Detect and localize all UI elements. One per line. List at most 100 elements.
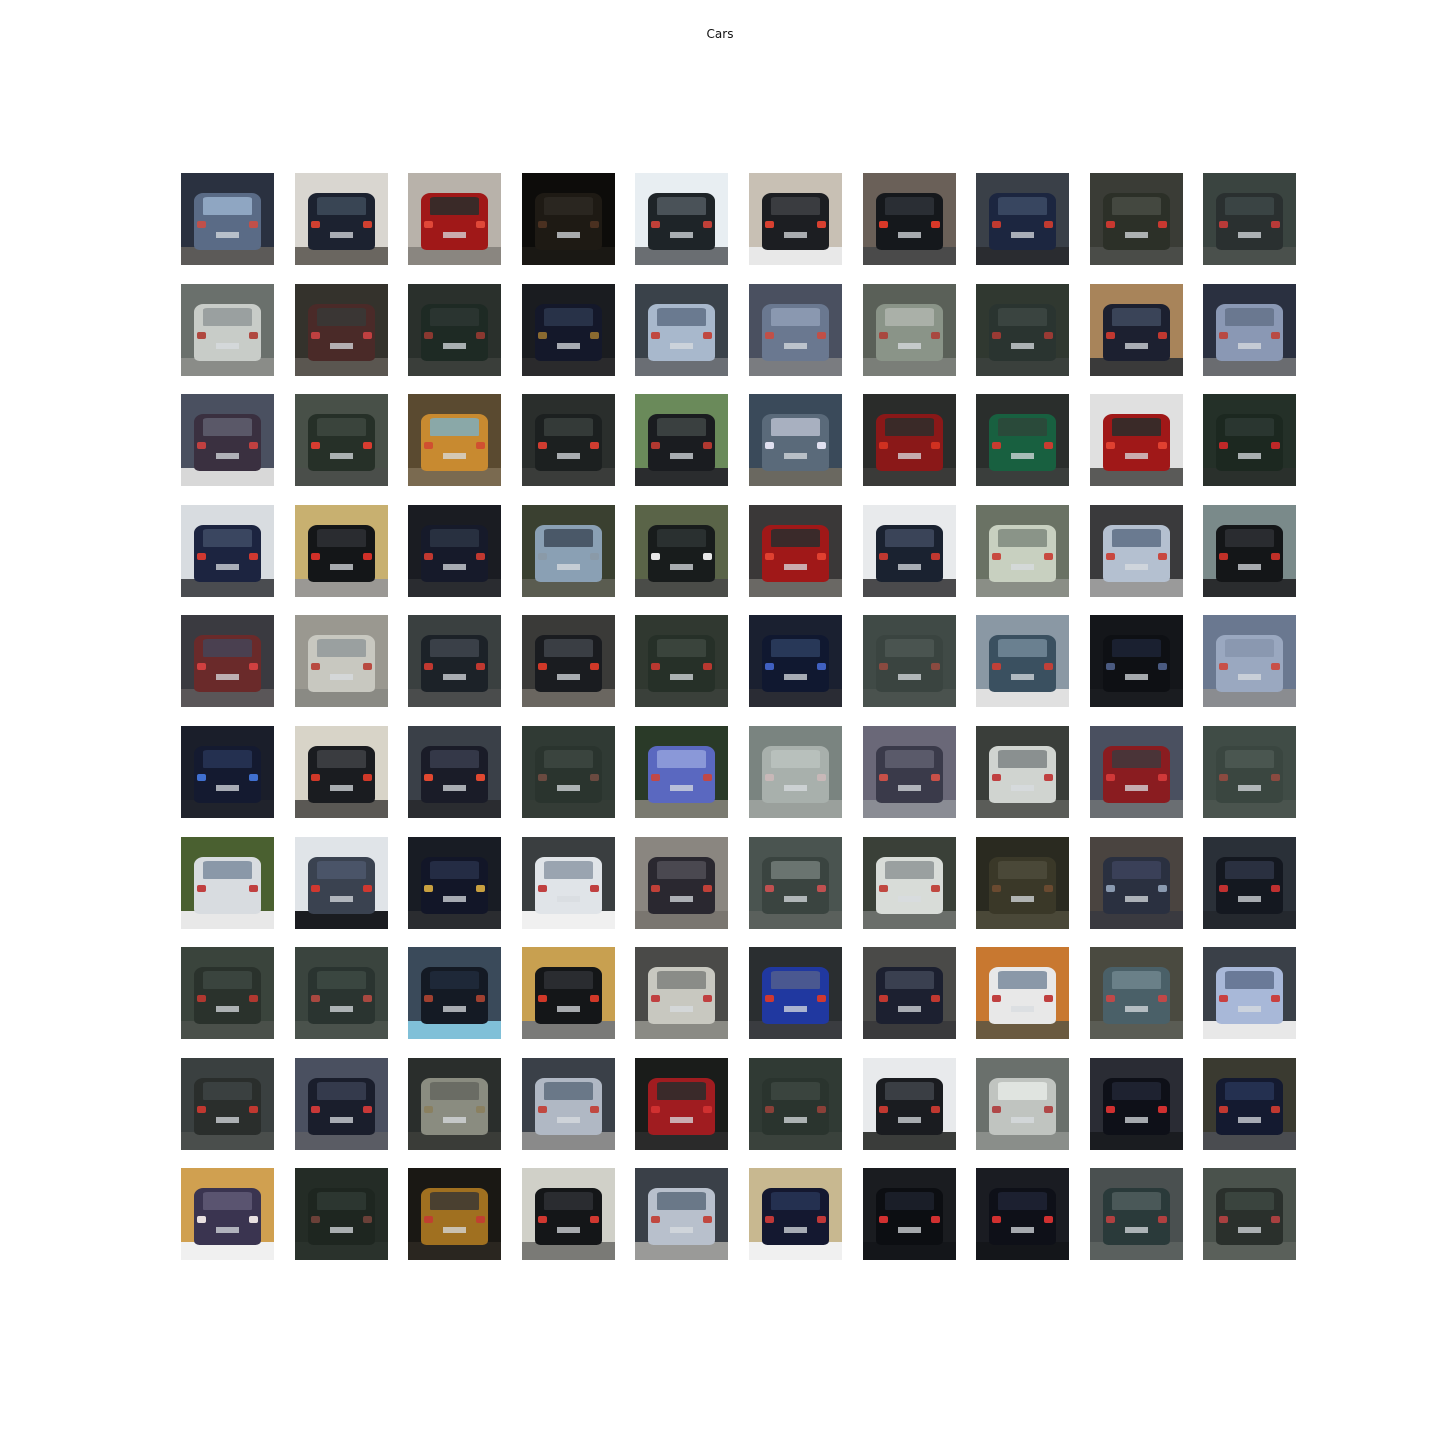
car-tail-light-right [589,773,600,782]
car-tail-light-right [362,994,373,1003]
car-tail-light-left [1218,552,1229,561]
car-thumbnail [863,1058,956,1150]
car-tail-light-right [702,331,713,340]
car-license-plate [1238,1226,1261,1234]
thumbnail-background [1203,1058,1296,1079]
thumbnail-background [295,726,388,747]
car-license-plate [1238,563,1261,571]
car-thumbnail [749,947,842,1039]
car-tail-light-right [589,662,600,671]
thumbnail-background [976,947,1069,968]
car-thumbnail [295,394,388,486]
car-thumbnail [976,1058,1069,1150]
car-license-plate [784,231,807,239]
thumbnail-background [635,615,728,636]
thumbnail-background [1203,1168,1296,1189]
thumbnail-background [1090,505,1183,526]
thumbnail-background [863,505,956,526]
car-thumbnail [635,173,728,265]
car-license-plate [443,673,466,681]
car-tail-light-right [930,552,941,561]
car-thumbnail [522,726,615,818]
car-thumbnail [181,173,274,265]
car-rear-window [998,307,1047,327]
car-thumbnail [1203,1058,1296,1150]
car-tail-light-right [930,220,941,229]
car-license-plate [1238,1005,1261,1013]
car-license-plate [216,563,239,571]
car-tail-light-left [423,331,434,340]
car-license-plate [330,342,353,350]
car-tail-light-right [1043,552,1054,561]
car-tail-light-left [537,220,548,229]
car-rear-window [998,970,1047,990]
car-thumbnail [863,1168,956,1260]
thumbnail-background [976,173,1069,194]
thumbnail-background [522,1168,615,1189]
car-rear-window [885,749,934,769]
car-rear-window [430,1081,479,1101]
car-thumbnail [181,1058,274,1150]
thumbnail-background [635,1168,728,1189]
car-tail-light-right [589,220,600,229]
car-tail-light-right [702,1105,713,1114]
car-tail-light-left [878,552,889,561]
car-rear-window [771,417,820,437]
car-license-plate [898,784,921,792]
car-thumbnail [181,284,274,376]
car-thumbnail [635,284,728,376]
car-thumbnail [1203,837,1296,929]
car-rear-window [317,749,366,769]
car-tail-light-right [362,1105,373,1114]
car-license-plate [898,563,921,571]
thumbnail-background [863,1168,956,1189]
car-license-plate [1125,452,1148,460]
thumbnail-background [635,726,728,747]
car-tail-light-left [1105,1215,1116,1224]
car-tail-light-right [589,1105,600,1114]
car-tail-light-right [248,994,259,1003]
car-thumbnail [1090,615,1183,707]
car-tail-light-left [1105,1105,1116,1114]
car-tail-light-right [1270,441,1281,450]
thumbnail-background [522,947,615,968]
car-rear-window [1225,307,1274,327]
car-thumbnail [976,615,1069,707]
car-tail-light-right [589,441,600,450]
car-license-plate [1238,1116,1261,1124]
car-tail-light-right [1157,884,1168,893]
car-license-plate [216,452,239,460]
car-rear-window [544,749,593,769]
car-tail-light-left [991,331,1002,340]
car-rear-window [1112,1081,1161,1101]
car-tail-light-right [248,552,259,561]
car-tail-light-left [1105,331,1116,340]
car-tail-light-right [475,773,486,782]
car-tail-light-right [930,884,941,893]
car-license-plate [557,784,580,792]
car-rear-window [317,417,366,437]
car-tail-light-left [650,331,661,340]
thumbnail-background [863,394,956,415]
car-rear-window [430,970,479,990]
car-rear-window [657,1081,706,1101]
car-tail-light-right [1043,994,1054,1003]
car-license-plate [1011,1005,1034,1013]
car-thumbnail [522,837,615,929]
car-tail-light-left [537,773,548,782]
car-tail-light-right [589,884,600,893]
car-thumbnail [522,1058,615,1150]
thumbnail-background [295,173,388,194]
car-rear-window [998,1191,1047,1211]
car-rear-window [203,307,252,327]
car-thumbnail [749,726,842,818]
car-license-plate [443,231,466,239]
car-license-plate [216,1005,239,1013]
car-tail-light-right [475,662,486,671]
car-rear-window [998,417,1047,437]
car-thumbnail [295,1168,388,1260]
car-rear-window [544,1081,593,1101]
thumbnail-background [181,615,274,636]
car-license-plate [784,895,807,903]
car-rear-window [203,417,252,437]
